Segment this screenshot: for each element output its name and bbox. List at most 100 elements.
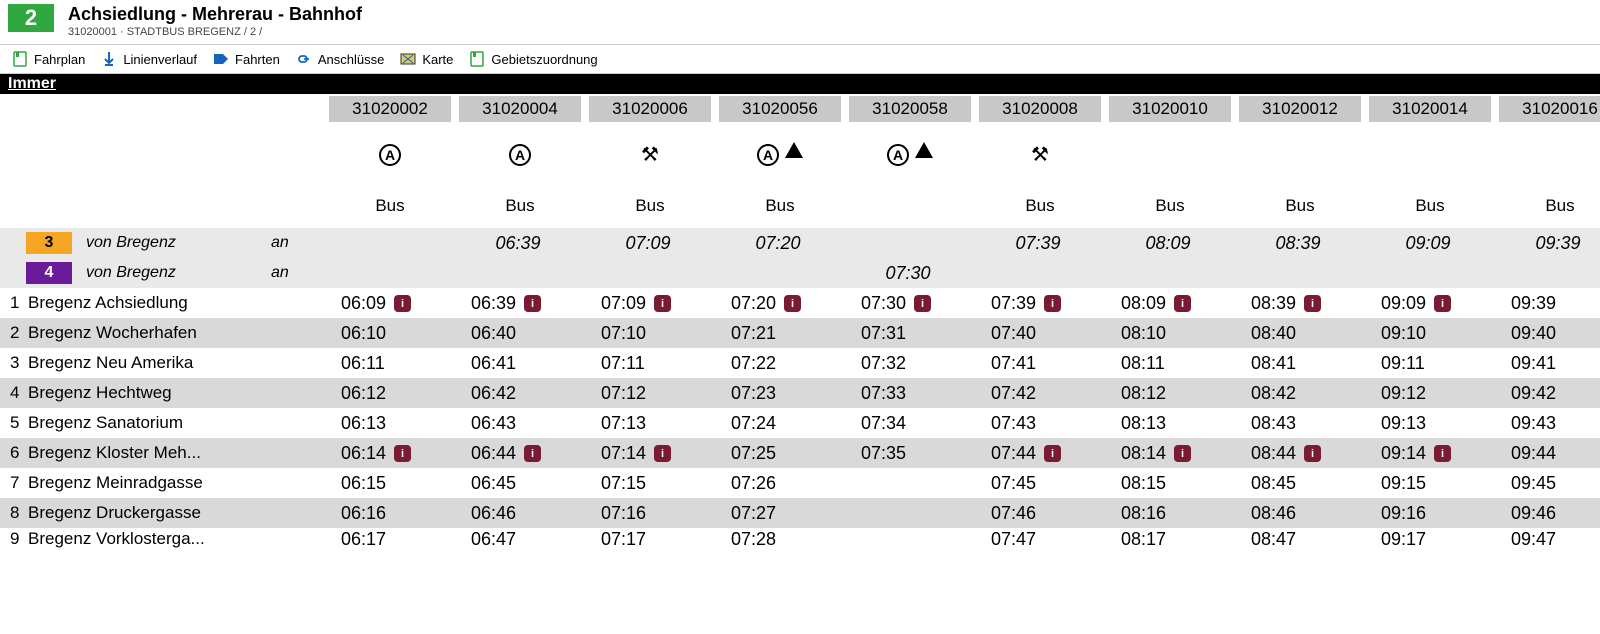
departure-time[interactable]: 09:14i [1365,438,1495,468]
departure-time[interactable]: 09:42 [1495,378,1600,408]
connection-line-badge[interactable]: 3 [26,232,72,254]
departure-time[interactable]: 07:43 [975,408,1105,438]
departure-time[interactable]: 08:16 [1105,498,1235,528]
departure-time[interactable]: 07:31 [845,318,975,348]
stop-name[interactable]: Bregenz Druckergasse [28,503,321,523]
stop-name[interactable]: Bregenz Wocherhafen [28,323,321,343]
info-icon[interactable]: i [1304,445,1321,462]
departure-time[interactable]: 08:46 [1235,498,1365,528]
departure-time[interactable]: 09:47 [1495,528,1600,550]
departure-time[interactable]: 07:25 [715,438,845,468]
trip-id[interactable]: 31020016 [1499,96,1600,122]
trip-id[interactable]: 31020006 [589,96,711,122]
departure-time[interactable]: 07:34 [845,408,975,438]
info-icon[interactable]: i [654,295,671,312]
departure-time[interactable]: 07:11 [585,348,715,378]
info-icon[interactable]: i [784,295,801,312]
departure-time[interactable]: 07:42 [975,378,1105,408]
departure-time[interactable]: 06:39i [455,288,585,318]
departure-time[interactable]: 06:15 [325,468,455,498]
departure-time[interactable]: 08:10 [1105,318,1235,348]
departure-time[interactable]: 07:30i [845,288,975,318]
departure-time[interactable]: 06:13 [325,408,455,438]
info-icon[interactable]: i [394,295,411,312]
info-icon[interactable]: i [524,295,541,312]
departure-time[interactable]: 07:33 [845,378,975,408]
departure-time[interactable]: 06:46 [455,498,585,528]
tab-gebietszuordnung[interactable]: Gebietszuordnung [465,48,607,70]
departure-time[interactable]: 08:15 [1105,468,1235,498]
departure-time[interactable] [845,528,975,550]
departure-time[interactable]: 07:15 [585,468,715,498]
tab-fahrten[interactable]: Fahrten [209,48,290,70]
departure-time[interactable]: 09:41 [1495,348,1600,378]
departure-time[interactable]: 08:11 [1105,348,1235,378]
departure-time[interactable]: 09:09i [1365,288,1495,318]
trip-id[interactable]: 31020004 [459,96,581,122]
departure-time[interactable]: 09:39 [1495,288,1600,318]
trip-id[interactable]: 31020008 [979,96,1101,122]
info-icon[interactable]: i [1044,295,1061,312]
tab-karte[interactable]: Karte [396,48,463,70]
departure-time[interactable]: 07:45 [975,468,1105,498]
departure-time[interactable]: 08:41 [1235,348,1365,378]
departure-time[interactable]: 07:17 [585,528,715,550]
info-icon[interactable]: i [654,445,671,462]
tab-anschluesse[interactable]: Anschlüsse [292,48,394,70]
departure-time[interactable]: 06:16 [325,498,455,528]
departure-time[interactable]: 06:10 [325,318,455,348]
departure-time[interactable]: 07:44i [975,438,1105,468]
departure-time[interactable]: 09:12 [1365,378,1495,408]
departure-time[interactable]: 09:11 [1365,348,1495,378]
departure-time[interactable]: 06:09i [325,288,455,318]
departure-time[interactable]: 07:35 [845,438,975,468]
departure-time[interactable]: 07:21 [715,318,845,348]
stop-name[interactable]: Bregenz Sanatorium [28,413,321,433]
tab-linienverlauf[interactable]: Linienverlauf [97,48,207,70]
departure-time[interactable]: 08:13 [1105,408,1235,438]
info-icon[interactable]: i [1304,295,1321,312]
departure-time[interactable]: 08:43 [1235,408,1365,438]
departure-time[interactable] [845,498,975,528]
departure-time[interactable]: 06:43 [455,408,585,438]
departure-time[interactable]: 06:40 [455,318,585,348]
departure-time[interactable]: 08:44i [1235,438,1365,468]
departure-time[interactable]: 06:44i [455,438,585,468]
departure-time[interactable]: 08:40 [1235,318,1365,348]
info-icon[interactable]: i [1434,445,1451,462]
departure-time[interactable]: 09:43 [1495,408,1600,438]
departure-time[interactable]: 07:09i [585,288,715,318]
trip-id[interactable]: 31020056 [719,96,841,122]
departure-time[interactable]: 08:47 [1235,528,1365,550]
connection-line-badge[interactable]: 4 [26,262,72,284]
departure-time[interactable]: 07:14i [585,438,715,468]
departure-time[interactable]: 09:46 [1495,498,1600,528]
departure-time[interactable]: 07:20i [715,288,845,318]
departure-time[interactable]: 07:24 [715,408,845,438]
departure-time[interactable]: 07:16 [585,498,715,528]
info-icon[interactable]: i [914,295,931,312]
departure-time[interactable]: 07:27 [715,498,845,528]
departure-time[interactable]: 08:45 [1235,468,1365,498]
stop-name[interactable]: Bregenz Hechtweg [28,383,321,403]
departure-time[interactable]: 09:45 [1495,468,1600,498]
departure-time[interactable]: 06:14i [325,438,455,468]
stop-name[interactable]: Bregenz Vorklosterga... [28,529,321,549]
stop-name[interactable]: Bregenz Achsiedlung [28,293,321,313]
info-icon[interactable]: i [1174,445,1191,462]
departure-time[interactable]: 08:12 [1105,378,1235,408]
departure-time[interactable]: 07:32 [845,348,975,378]
departure-time[interactable]: 09:10 [1365,318,1495,348]
tab-fahrplan[interactable]: Fahrplan [8,48,95,70]
departure-time[interactable]: 08:14i [1105,438,1235,468]
departure-time[interactable]: 08:09i [1105,288,1235,318]
departure-time[interactable]: 09:40 [1495,318,1600,348]
departure-time[interactable]: 06:42 [455,378,585,408]
departure-time[interactable]: 07:28 [715,528,845,550]
departure-time[interactable]: 07:47 [975,528,1105,550]
departure-time[interactable] [845,468,975,498]
info-icon[interactable]: i [1434,295,1451,312]
trip-id[interactable]: 31020010 [1109,96,1231,122]
departure-time[interactable]: 06:41 [455,348,585,378]
info-icon[interactable]: i [1174,295,1191,312]
